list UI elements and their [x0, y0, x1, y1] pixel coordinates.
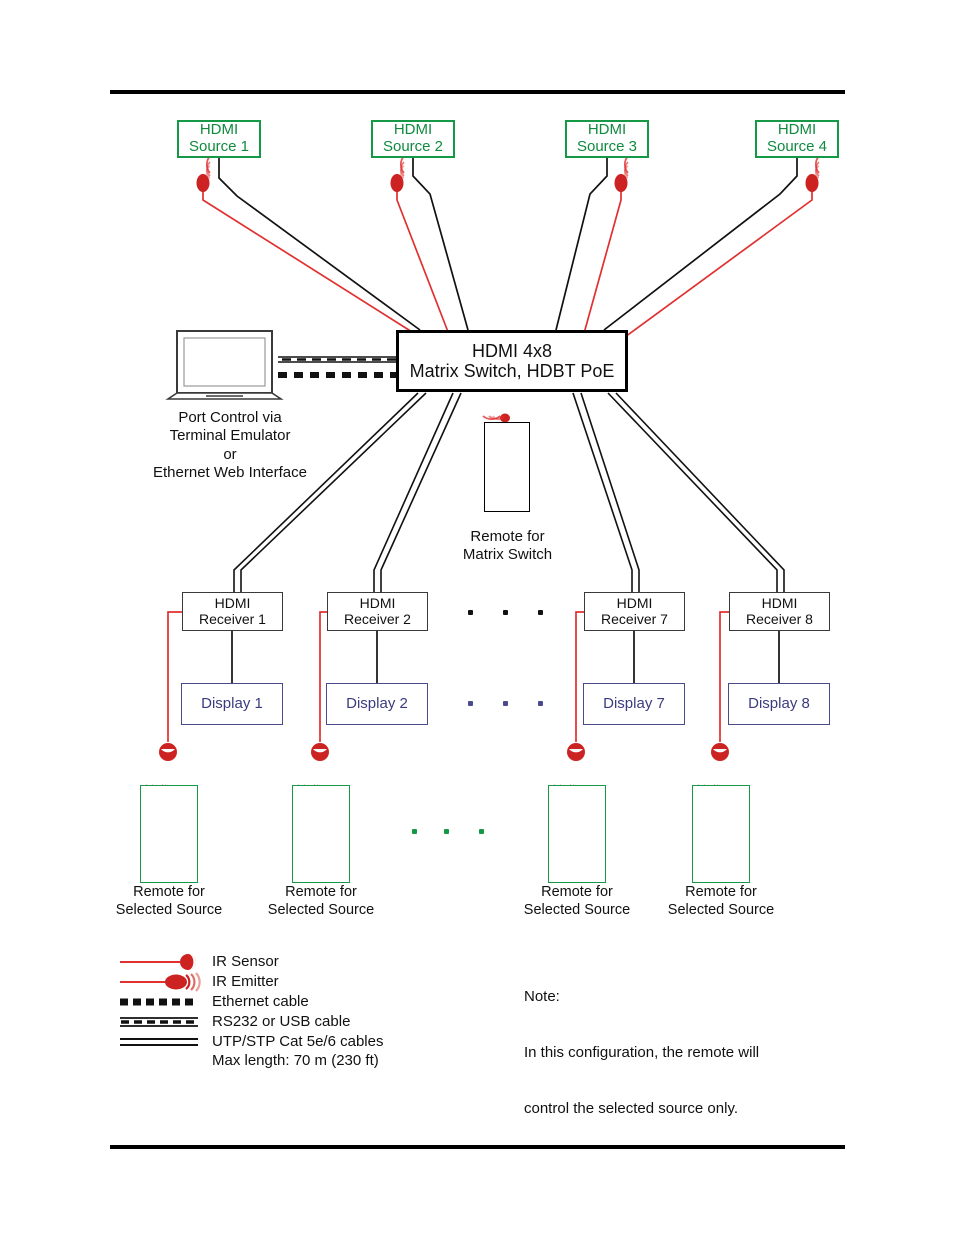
- legend-row-utp: UTP/STP Cat 5e/6 cables: [118, 1032, 383, 1052]
- source-remote-7-line2: Selected Source: [523, 901, 631, 918]
- note-line2: control the selected source only.: [524, 1100, 739, 1117]
- source-remote-2-line1: Remote for: [285, 884, 357, 900]
- ir-emitter-source3-icon: [614, 155, 629, 192]
- hdmi-source-4-label: HDMI Source 4: [766, 121, 828, 155]
- legend-label-ir-sensor: IR Sensor: [212, 953, 279, 971]
- ir-emitter-icon: [118, 972, 202, 992]
- wire-source1: [202, 157, 421, 338]
- ellipsis-dot-remotes-2: [444, 829, 449, 834]
- ellipsis-dot-receivers-1: [468, 610, 473, 615]
- port-control-line3: or: [223, 445, 237, 463]
- hdmi-source-2-label: HDMI Source 2: [382, 121, 444, 155]
- rs232-usb-cable-icon: [118, 1012, 202, 1032]
- source-remote-7-caption: Remote for Selected Source: [511, 884, 643, 919]
- laptop-icon: [165, 330, 284, 400]
- matrix-switch-label: HDMI 4x8 Matrix Switch, HDBT PoE: [409, 340, 615, 381]
- legend-label-rs232: RS232 or USB cable: [212, 1013, 351, 1031]
- ellipsis-dot-receivers-2: [503, 610, 508, 615]
- legend: IR Sensor IR Emitter Ethernet cable RS23…: [118, 952, 383, 1070]
- wire-ir-receiver1: [145, 611, 182, 790]
- matrix-remote-caption: Remote for Matrix Switch: [440, 528, 575, 565]
- port-control-line4: Ethernet Web Interface: [153, 463, 307, 481]
- hdmi-source-2[interactable]: HDMI Source 2: [371, 120, 455, 158]
- matrix-remote-line2: Matrix Switch: [462, 546, 553, 564]
- hdmi-source-1-label: HDMI Source 1: [188, 121, 250, 155]
- hdmi-source-4[interactable]: HDMI Source 4: [755, 120, 839, 158]
- wire-ir-receiver2: [297, 611, 329, 790]
- note-heading: Note:: [524, 987, 560, 1005]
- source-remote-8-line2: Selected Source: [667, 901, 775, 918]
- legend-max-length: Max length: 70 m (230 ft): [212, 1052, 379, 1069]
- wire-ir-receiver7: [553, 611, 585, 790]
- wire-rs232-usb: [278, 356, 398, 363]
- header-rule: [110, 90, 845, 94]
- source-remote-1-line2: Selected Source: [115, 901, 223, 918]
- source-remote-1-line1: Remote for: [133, 884, 205, 900]
- hdmi-receiver-1-label: HDMI Receiver 1: [199, 594, 266, 627]
- wire-cat5e-receiver8: [607, 392, 785, 592]
- hdmi-receiver-1[interactable]: HDMI Receiver 1: [182, 592, 283, 631]
- hdmi-receiver-8-label: HDMI Receiver 8: [746, 594, 813, 627]
- display-1[interactable]: Display 1: [181, 683, 283, 725]
- source-remote-2-line2: Selected Source: [267, 901, 375, 918]
- source-remote-7[interactable]: [548, 785, 606, 883]
- hdmi-source-1[interactable]: HDMI Source 1: [177, 120, 261, 158]
- hdmi-receiver-2-label: HDMI Receiver 2: [344, 594, 411, 627]
- source-remote-2-caption: Remote for Selected Source: [255, 884, 387, 919]
- display-1-label: Display 1: [201, 694, 263, 712]
- wire-source4: [603, 157, 813, 338]
- ellipsis-dot-remotes-3: [479, 829, 484, 834]
- ir-emitter-source2-icon: [390, 155, 405, 192]
- matrix-switch[interactable]: HDMI 4x8 Matrix Switch, HDBT PoE: [396, 330, 628, 392]
- utp-stp-cable-icon: [118, 1032, 202, 1052]
- ir-emitter-source1-icon: [196, 155, 211, 192]
- wire-source3: [555, 157, 622, 338]
- hdmi-receiver-8[interactable]: HDMI Receiver 8: [729, 592, 830, 631]
- legend-row-ir-sensor: IR Sensor: [118, 952, 383, 972]
- note-line1: In this configuration, the remote will: [524, 1043, 760, 1061]
- ir-sensor-icon: [118, 952, 202, 972]
- source-remote-8-line1: Remote for: [685, 884, 757, 900]
- hdmi-receiver-7-label: HDMI Receiver 7: [601, 594, 668, 627]
- source-remote-1-caption: Remote for Selected Source: [103, 884, 235, 919]
- legend-label-utp: UTP/STP Cat 5e/6 cables: [212, 1033, 384, 1051]
- note-block: Note: In this configuration, the remote …: [524, 950, 759, 1156]
- wire-source2: [396, 157, 469, 338]
- display-2[interactable]: Display 2: [326, 683, 428, 725]
- port-control-line2: Terminal Emulator: [169, 427, 291, 445]
- wire-ir-receiver8: [697, 611, 729, 790]
- source-remote-8[interactable]: [692, 785, 750, 883]
- ellipsis-dot-receivers-3: [538, 610, 543, 615]
- display-7[interactable]: Display 7: [583, 683, 685, 725]
- legend-label-ethernet: Ethernet cable: [212, 993, 309, 1011]
- diagram-page: HDMI Source 1 HDMI Source 2 HDMI Source …: [0, 0, 954, 1235]
- wire-cat5e-receiver7: [572, 392, 640, 592]
- ethernet-cable-icon: [118, 992, 202, 1012]
- ellipsis-dot-displays-3: [538, 701, 543, 706]
- source-remote-7-line1: Remote for: [541, 884, 613, 900]
- legend-label-ir-emitter: IR Emitter: [212, 973, 279, 991]
- ellipsis-dot-displays-2: [503, 701, 508, 706]
- display-8-label: Display 8: [748, 694, 810, 712]
- legend-row-rs232: RS232 or USB cable: [118, 1012, 383, 1032]
- port-control-line1: Port Control via: [178, 409, 282, 426]
- display-8[interactable]: Display 8: [728, 683, 830, 725]
- source-remote-2[interactable]: [292, 785, 350, 883]
- ellipsis-dot-remotes-1: [412, 829, 417, 834]
- source-remote-8-caption: Remote for Selected Source: [655, 884, 787, 919]
- hdmi-source-3[interactable]: HDMI Source 3: [565, 120, 649, 158]
- display-7-label: Display 7: [603, 694, 665, 712]
- port-control-caption: Port Control via Terminal Emulator or Et…: [145, 409, 315, 482]
- ellipsis-dot-displays-1: [468, 701, 473, 706]
- display-2-label: Display 2: [346, 694, 408, 712]
- matrix-remote-line1: Remote for: [470, 528, 545, 545]
- matrix-switch-remote[interactable]: [484, 422, 530, 512]
- legend-row-ir-emitter: IR Emitter: [118, 972, 383, 992]
- legend-row-ethernet: Ethernet cable: [118, 992, 383, 1012]
- hdmi-source-3-label: HDMI Source 3: [576, 121, 638, 155]
- ir-emitter-source4-icon: [805, 155, 820, 192]
- hdmi-receiver-7[interactable]: HDMI Receiver 7: [584, 592, 685, 631]
- hdmi-receiver-2[interactable]: HDMI Receiver 2: [327, 592, 428, 631]
- source-remote-1[interactable]: [140, 785, 198, 883]
